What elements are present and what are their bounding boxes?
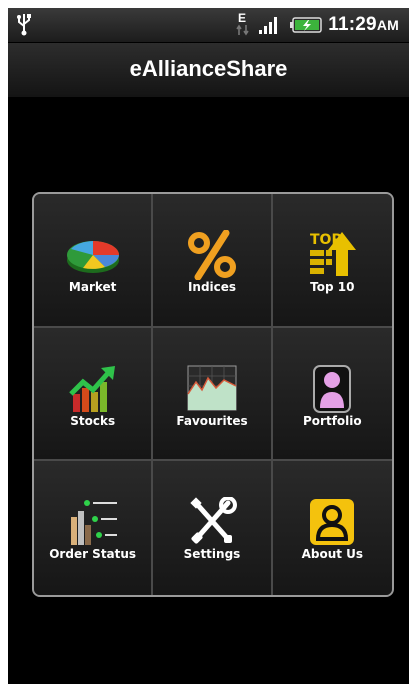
phone-screen: E 11:29AM eAllianceShare Market Indices … xyxy=(8,8,409,684)
portfolio-label: Portfolio xyxy=(303,413,362,428)
clock-time: 11:29 xyxy=(328,14,377,35)
top-ten-icon: TOP xyxy=(310,232,357,276)
battery-charging-icon xyxy=(290,17,322,33)
market-label: Market xyxy=(68,280,117,294)
main-menu-grid: Market Indices TOP Top 10 Stocks Favouri… xyxy=(34,194,392,595)
about-us-button[interactable]: About Us xyxy=(272,461,392,595)
order-status-label: Order Status xyxy=(49,547,137,562)
portfolio-button[interactable]: Portfolio xyxy=(272,327,392,462)
indices-label: Indices xyxy=(187,280,237,294)
title-bar: eAllianceShare xyxy=(8,42,409,97)
top-10-button[interactable]: TOP Top 10 xyxy=(272,194,392,328)
top-10-label: Top 10 xyxy=(310,280,355,294)
indices-button[interactable]: Indices xyxy=(153,194,273,328)
clock: 11:29AM xyxy=(328,14,399,36)
edge-network-icon: E xyxy=(236,11,249,36)
favourites-label: Favourites xyxy=(176,413,248,428)
settings-label: Settings xyxy=(183,547,241,562)
status-bar: E 11:29AM xyxy=(8,8,409,42)
area-chart-icon xyxy=(187,365,237,411)
signal-bars-icon xyxy=(259,17,277,34)
usb-icon xyxy=(17,14,31,36)
contact-icon xyxy=(310,499,355,546)
stocks-button[interactable]: Stocks xyxy=(34,327,154,462)
market-button[interactable]: Market xyxy=(34,194,154,328)
svg-text:E: E xyxy=(238,11,246,25)
favourites-button[interactable]: Favourites xyxy=(153,327,273,462)
order-status-button[interactable]: Order Status xyxy=(34,461,154,595)
tools-icon xyxy=(190,497,237,544)
about-us-label: About Us xyxy=(301,547,364,562)
percent-icon xyxy=(187,230,236,280)
pie-chart-icon xyxy=(66,241,119,273)
main-menu-panel: Market Indices TOP Top 10 Stocks Favouri… xyxy=(32,192,394,597)
order-list-icon xyxy=(70,500,117,546)
clock-ampm: AM xyxy=(376,17,399,33)
stocks-label: Stocks xyxy=(70,413,116,428)
app-title: eAllianceShare xyxy=(129,56,288,81)
rising-bars-icon xyxy=(68,365,115,412)
person-icon xyxy=(313,364,352,413)
settings-button[interactable]: Settings xyxy=(153,461,273,595)
